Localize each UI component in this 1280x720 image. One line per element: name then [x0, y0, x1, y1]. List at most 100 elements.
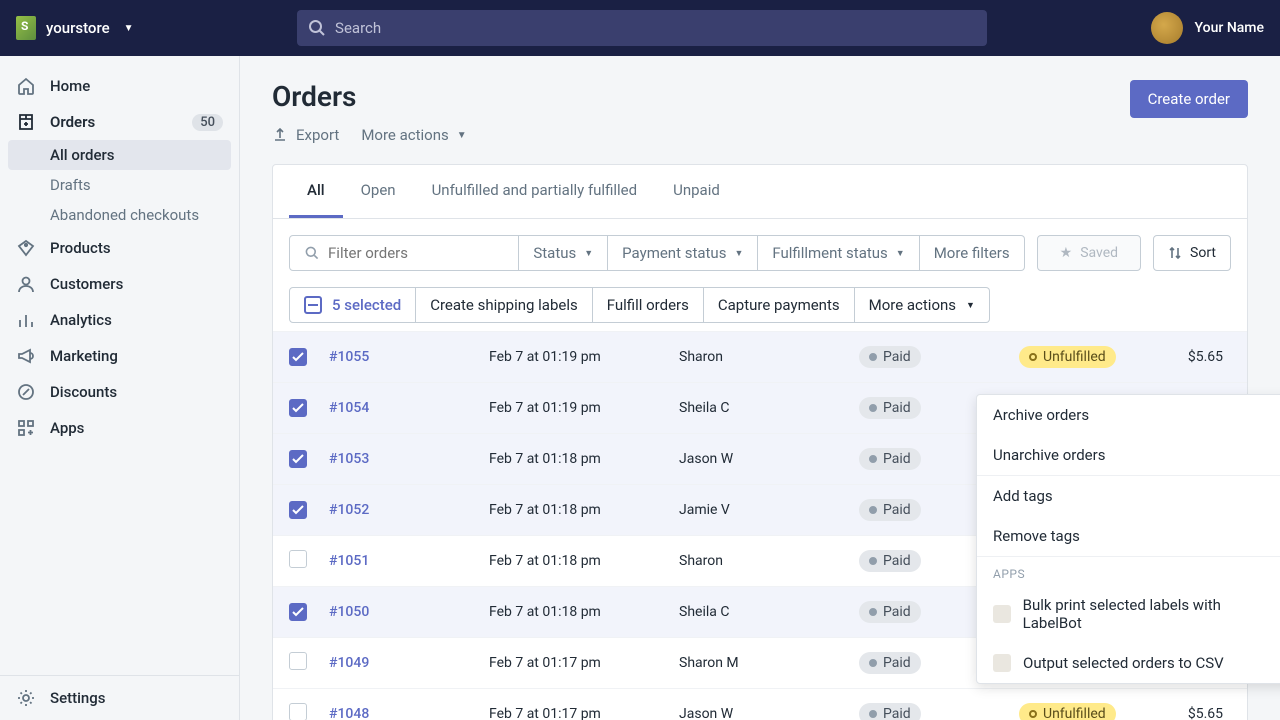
dropdown-archive-orders[interactable]: Archive orders [977, 395, 1280, 435]
select-all-toggle[interactable]: 5 selected [289, 287, 416, 323]
discounts-icon [16, 382, 36, 402]
dropdown-unarchive-orders[interactable]: Unarchive orders [977, 435, 1280, 475]
row-checkbox[interactable] [289, 550, 307, 568]
saved-search-button[interactable]: ★ Saved [1037, 235, 1141, 271]
order-date: Feb 7 at 01:19 pm [489, 349, 679, 365]
chevron-down-icon: ▼ [734, 248, 743, 259]
order-customer: Sharon M [679, 655, 859, 671]
tab-unfulfilled[interactable]: Unfulfilled and partially fulfilled [414, 165, 656, 218]
capture-payments-button[interactable]: Capture payments [704, 287, 855, 323]
row-checkbox[interactable] [289, 399, 307, 417]
sidebar-item-products[interactable]: Products [0, 230, 239, 266]
order-id-link[interactable]: #1055 [329, 349, 489, 365]
sidebar-sub-drafts[interactable]: Drafts [0, 170, 239, 200]
marketing-icon [16, 346, 36, 366]
order-customer: Jamie V [679, 502, 859, 518]
payment-status-badge: Paid [859, 448, 921, 470]
payment-status-badge: Paid [859, 601, 921, 623]
dropdown-app-csv[interactable]: Output selected orders to CSV [977, 643, 1280, 683]
user-name: Your Name [1195, 20, 1264, 36]
create-order-button[interactable]: Create order [1130, 80, 1248, 118]
analytics-icon [16, 310, 36, 330]
sidebar-item-customers[interactable]: Customers [0, 266, 239, 302]
table-row[interactable]: #1055Feb 7 at 01:19 pmSharonPaidUnfulfil… [273, 331, 1247, 382]
sidebar-item-label: Orders [50, 113, 95, 131]
order-id-link[interactable]: #1049 [329, 655, 489, 671]
dropdown-apps-header: APPS [977, 557, 1280, 585]
search-input[interactable] [297, 10, 987, 46]
sort-button[interactable]: Sort [1153, 235, 1231, 271]
row-checkbox[interactable] [289, 450, 307, 468]
sidebar-item-orders[interactable]: Orders 50 [0, 104, 239, 140]
main-content: Orders Create order Export More actions … [240, 56, 1280, 720]
row-checkbox[interactable] [289, 501, 307, 519]
more-actions-button[interactable]: More actions ▼ [361, 126, 466, 144]
bulk-more-actions-button[interactable]: More actions ▼ [855, 287, 990, 323]
filter-fulfillment-status[interactable]: Fulfillment status▼ [758, 235, 919, 271]
sidebar-item-apps[interactable]: Apps [0, 410, 239, 446]
store-name: yourstore [46, 19, 110, 37]
sidebar-item-home[interactable]: Home [0, 68, 239, 104]
order-id-link[interactable]: #1050 [329, 604, 489, 620]
row-checkbox[interactable] [289, 603, 307, 621]
row-checkbox[interactable] [289, 348, 307, 366]
row-checkbox[interactable] [289, 652, 307, 670]
more-filters-button[interactable]: More filters [920, 235, 1025, 271]
dropdown-remove-tags[interactable]: Remove tags [977, 516, 1280, 556]
chevron-down-icon: ▼ [124, 23, 134, 34]
tab-all[interactable]: All [289, 165, 343, 218]
order-tabs: All Open Unfulfilled and partially fulfi… [273, 165, 1247, 219]
order-date: Feb 7 at 01:19 pm [489, 400, 679, 416]
filter-status[interactable]: Status▼ [519, 235, 608, 271]
fulfill-orders-button[interactable]: Fulfill orders [593, 287, 704, 323]
order-id-link[interactable]: #1054 [329, 400, 489, 416]
dropdown-add-tags[interactable]: Add tags [977, 476, 1280, 516]
store-switcher[interactable]: yourstore ▼ [16, 16, 134, 40]
filter-payment-status[interactable]: Payment status▼ [608, 235, 758, 271]
payment-status-badge: Paid [859, 397, 921, 419]
payment-status-badge: Paid [859, 499, 921, 521]
table-row[interactable]: #1048Feb 7 at 01:17 pmJason WPaidUnfulfi… [273, 688, 1247, 720]
sidebar-item-label: Customers [50, 275, 123, 293]
payment-status-badge: Paid [859, 550, 921, 572]
app-icon [993, 605, 1011, 623]
sidebar-item-label: Apps [50, 419, 84, 437]
app-icon [993, 654, 1011, 672]
order-customer: Sharon [679, 349, 859, 365]
sidebar-item-label: Analytics [50, 311, 112, 329]
sidebar-sub-all-orders[interactable]: All orders [8, 140, 231, 170]
order-id-link[interactable]: #1048 [329, 706, 489, 720]
payment-status-badge: Paid [859, 652, 921, 674]
create-shipping-labels-button[interactable]: Create shipping labels [416, 287, 593, 323]
tab-unpaid[interactable]: Unpaid [655, 165, 738, 218]
order-total: $5.65 [1169, 706, 1231, 720]
tab-open[interactable]: Open [343, 165, 414, 218]
page-title: Orders [272, 80, 356, 113]
avatar [1151, 12, 1183, 44]
order-date: Feb 7 at 01:18 pm [489, 553, 679, 569]
order-id-link[interactable]: #1051 [329, 553, 489, 569]
user-menu[interactable]: Your Name [1151, 12, 1264, 44]
sidebar-item-label: Marketing [50, 347, 118, 365]
sidebar-item-analytics[interactable]: Analytics [0, 302, 239, 338]
chevron-down-icon: ▼ [896, 248, 905, 259]
sidebar-sub-abandoned[interactable]: Abandoned checkouts [0, 200, 239, 230]
products-icon [16, 238, 36, 258]
order-id-link[interactable]: #1053 [329, 451, 489, 467]
row-checkbox[interactable] [289, 703, 307, 720]
order-total: $5.65 [1169, 349, 1231, 365]
indeterminate-checkbox-icon [304, 296, 322, 314]
order-id-link[interactable]: #1052 [329, 502, 489, 518]
export-button[interactable]: Export [272, 126, 339, 144]
settings-label: Settings [50, 689, 106, 707]
filter-input-wrap[interactable] [289, 235, 519, 271]
order-date: Feb 7 at 01:18 pm [489, 604, 679, 620]
filter-orders-input[interactable] [328, 244, 504, 262]
sidebar-item-discounts[interactable]: Discounts [0, 374, 239, 410]
dropdown-app-labelbot[interactable]: Bulk print selected labels with LabelBot [977, 585, 1280, 643]
chevron-down-icon: ▼ [966, 300, 975, 311]
customers-icon [16, 274, 36, 294]
sidebar-item-settings[interactable]: Settings [0, 675, 239, 720]
sidebar-item-label: Products [50, 239, 111, 257]
sidebar-item-marketing[interactable]: Marketing [0, 338, 239, 374]
